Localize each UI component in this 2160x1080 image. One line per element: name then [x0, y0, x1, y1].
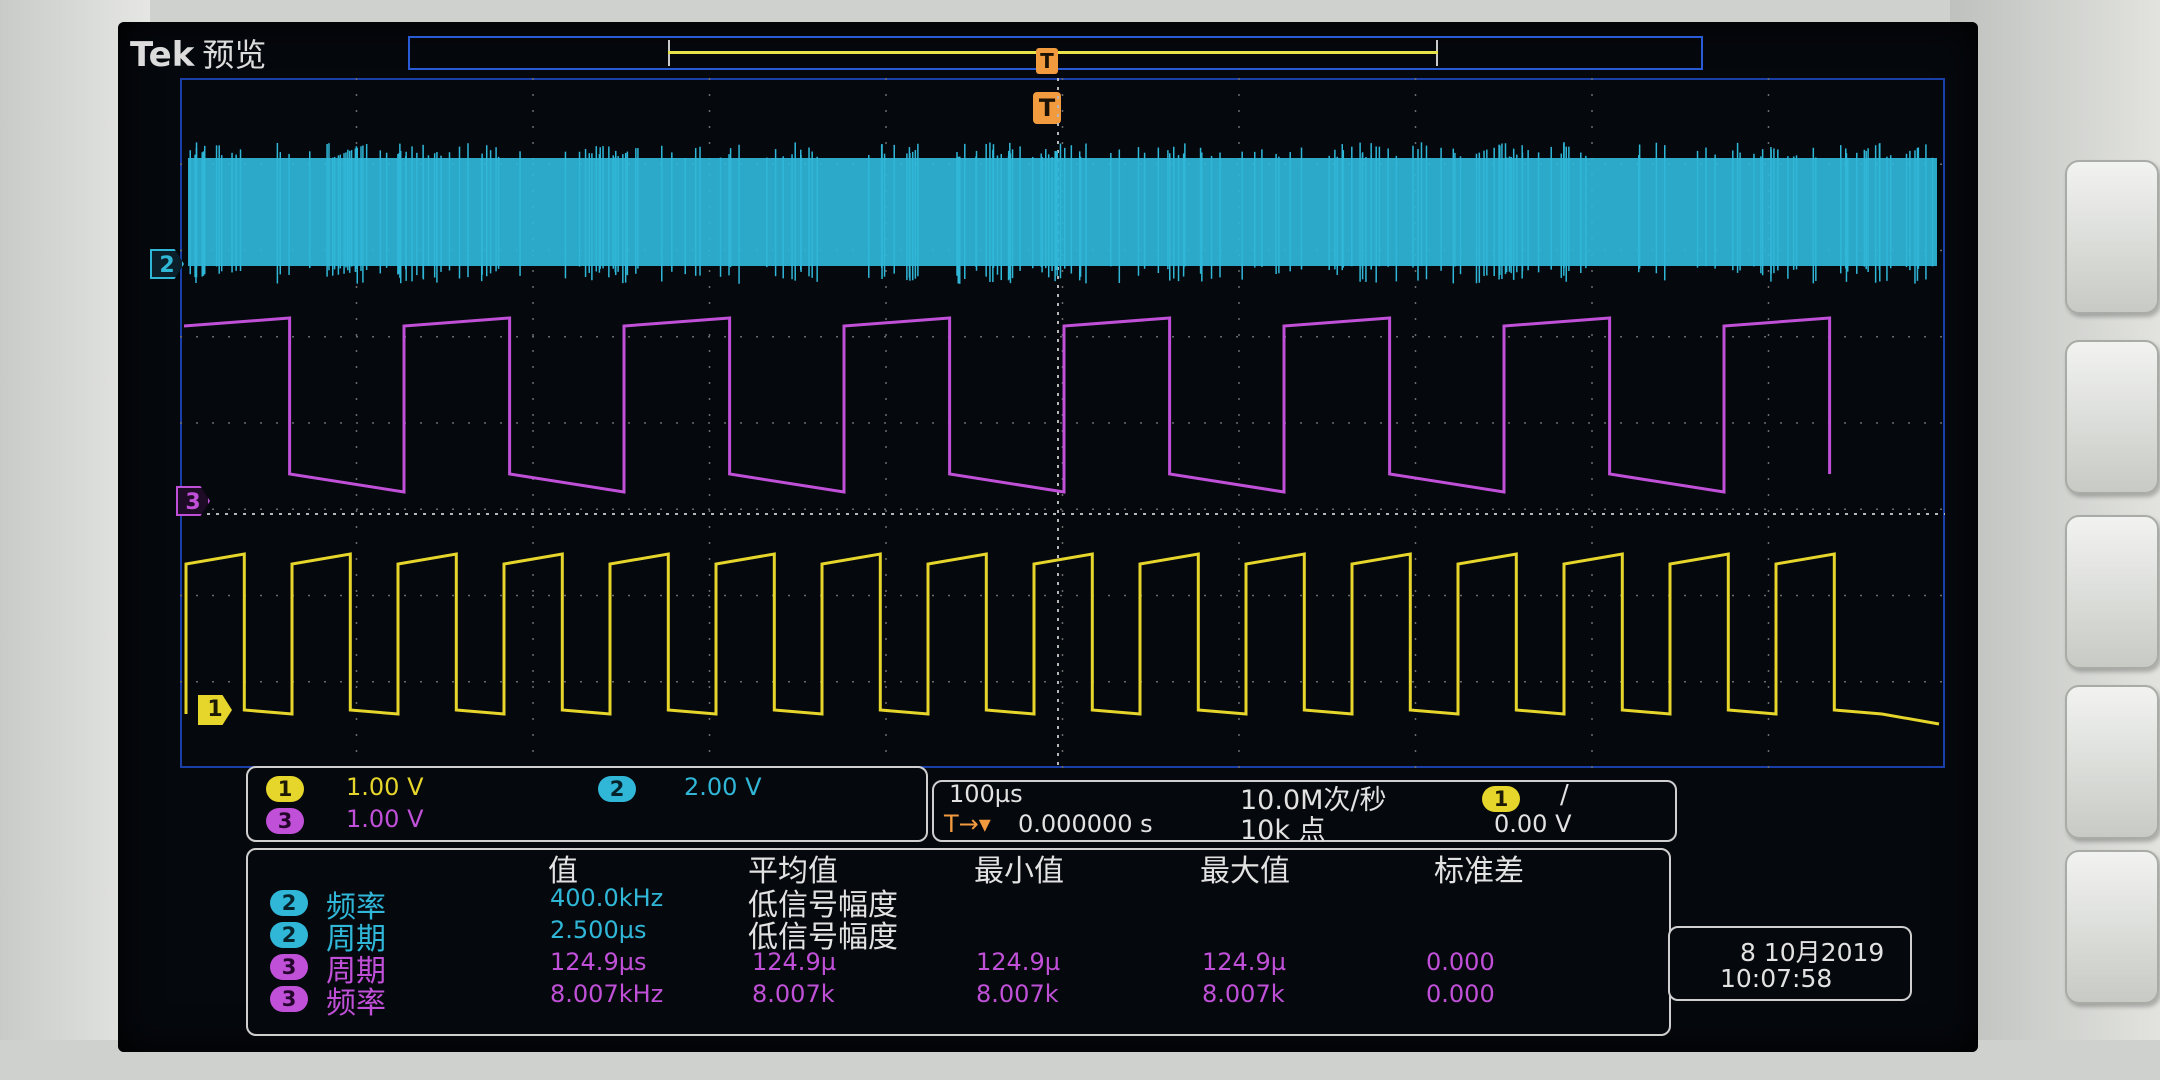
side-menu-button[interactable] [2065, 340, 2159, 494]
record-length: 10k 点 [1240, 815, 1326, 846]
trigger-position: 0.000000 s [1018, 810, 1153, 838]
brand-label: Tek 预览 [130, 30, 266, 76]
measurement-mean: 8.007k [752, 980, 835, 1008]
measurement-min: 124.9µ [976, 948, 1060, 976]
ch3-badge: 3 [266, 808, 304, 834]
measurement-value: 124.9µs [550, 948, 647, 976]
brand-name: Tek [130, 35, 195, 75]
measurement-value: 400.0kHz [550, 884, 664, 912]
header-max: 最大值 [1200, 854, 1290, 889]
measurement-std: 0.000 [1426, 980, 1495, 1008]
ch2-badge: 2 [598, 776, 636, 802]
time: 10:07:58 [1720, 964, 1833, 993]
trigger-position-icon: T [1036, 48, 1058, 74]
ch1-badge: 1 [266, 776, 304, 802]
measurement-max: 8.007k [1202, 980, 1285, 1008]
side-menu-button[interactable] [2065, 685, 2159, 839]
ch2-scale: 2.00 V [684, 773, 762, 801]
row-channel-badge: 2 [270, 922, 308, 948]
measurement-min: 8.007k [976, 980, 1059, 1008]
row-channel-badge: 3 [270, 986, 308, 1012]
trigger-position-icon: T→▾ [944, 810, 991, 838]
ch1-scale: 1.00 V [346, 773, 424, 801]
row-channel-badge: 2 [270, 890, 308, 916]
ch3-waveform [183, 316, 1832, 494]
side-menu-button[interactable] [2065, 515, 2159, 669]
measurement-std: 0.000 [1426, 948, 1495, 976]
timebase: 100µs [949, 780, 1023, 808]
rising-edge-icon: ∕ [1560, 780, 1569, 810]
row-channel-badge: 3 [270, 954, 308, 980]
side-menu-button[interactable] [2065, 160, 2159, 314]
measurement-max: 124.9µ [1202, 948, 1286, 976]
measurement-name: 频率 [326, 986, 386, 1021]
horizontal-panel[interactable]: 100µs T→▾ 0.000000 s 10.0M次/秒 10k 点 1 ∕ … [932, 780, 1677, 846]
trigger-source-badge: 1 [1482, 786, 1520, 812]
header-min: 最小值 [974, 854, 1064, 889]
ch3-scale: 1.00 V [346, 805, 424, 833]
ch2-waveform [188, 158, 1937, 266]
measurement-value: 8.007kHz [550, 980, 664, 1008]
date-time-panel: 8 10月2019 10:07:58 [1668, 926, 1912, 1001]
measurement-mean: 124.9µ [752, 948, 836, 976]
acquisition-mode: 预览 [202, 36, 267, 74]
measurement-value: 2.500µs [550, 916, 647, 944]
waveform-area [180, 78, 1945, 768]
side-menu-button[interactable] [2065, 850, 2159, 1004]
header-std: 标准差 [1434, 854, 1524, 889]
trigger-level: 0.00 V [1494, 810, 1572, 838]
measurement-panel[interactable]: 值 平均值 最小值 最大值 标准差 2 频率 400.0kHz 低信号幅度 2 … [246, 848, 1671, 1036]
vertical-scale-panel[interactable]: 1 1.00 V 2 2.00 V 3 1.00 V [246, 766, 928, 842]
